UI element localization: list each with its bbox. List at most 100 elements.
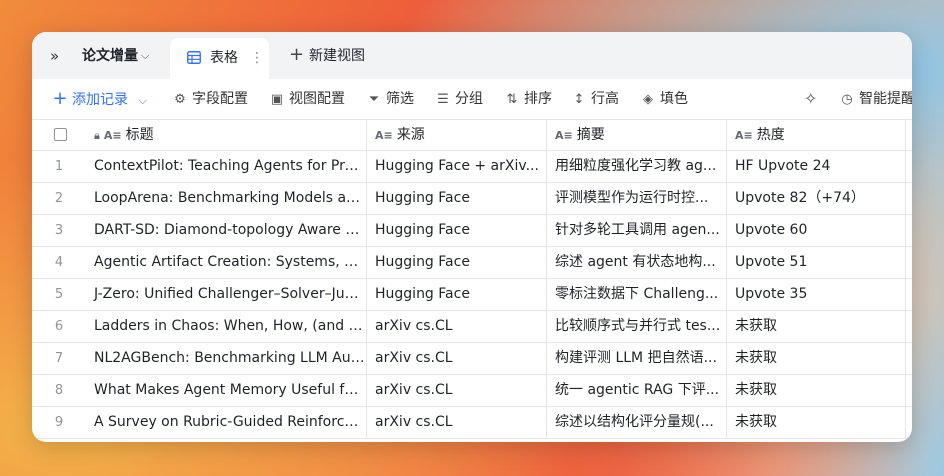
abstract-cell[interactable]: 比较顺序式与并行式 tes... bbox=[546, 311, 726, 342]
abstract-cell[interactable]: 用细粒度强化学习教 ag... bbox=[546, 151, 726, 182]
app-window: » 论文增量 ⌵ 表格 ⋮ + 新建视图 + 添加记录 ⌵ ⚙ 字段配置 ▣ 视图配置 bbox=[32, 32, 912, 442]
table-row[interactable]: 8 What Makes Agent Memory Useful for ...… bbox=[32, 375, 912, 407]
heat-cell[interactable]: 未获取 bbox=[726, 311, 906, 342]
expand-sidebar-icon[interactable]: » bbox=[50, 46, 68, 66]
select-all-checkbox[interactable] bbox=[54, 128, 67, 141]
group-button[interactable]: ☰ 分组 bbox=[435, 89, 483, 109]
source-cell[interactable]: Hugging Face bbox=[366, 279, 546, 310]
source-cell[interactable]: arXiv cs.CL bbox=[366, 343, 546, 374]
table-row[interactable]: 9 A Survey on Rubric-Guided Reinforce...… bbox=[32, 407, 912, 439]
table-row[interactable]: 7 NL2AGBench: Benchmarking LLM Auto... a… bbox=[32, 343, 912, 375]
filter-label: 筛选 bbox=[386, 91, 414, 107]
row-number: 1 bbox=[54, 159, 64, 174]
row-height-button[interactable]: ↕ 行高 bbox=[571, 89, 619, 109]
sparkle-icon[interactable]: ✧ bbox=[804, 89, 817, 109]
header-row: 🔒︎ A≡ 标题 A≡ 来源 A≡ 摘要 A≡ 热度 bbox=[32, 119, 912, 151]
row-number: 8 bbox=[54, 383, 64, 398]
group-label: 分组 bbox=[455, 91, 483, 107]
table-row[interactable]: 2 LoopArena: Benchmarking Models as ... … bbox=[32, 183, 912, 215]
toolbar: + 添加记录 ⌵ ⚙ 字段配置 ▣ 视图配置 ⏷ 筛选 ☰ 分组 ⇅ 排序 ↕ 行高 ◈ 填色 … bbox=[32, 79, 912, 119]
clock-icon: ◷ bbox=[841, 92, 853, 107]
row-number: 6 bbox=[54, 319, 64, 334]
heat-cell[interactable]: 未获取 bbox=[726, 407, 906, 438]
text-field-icon: A≡ bbox=[735, 129, 753, 142]
row-height-icon: ↕ bbox=[573, 92, 585, 107]
row-number: 4 bbox=[54, 255, 64, 270]
heat-cell[interactable]: Upvote 60 bbox=[726, 215, 906, 246]
tab-bar: » 论文增量 ⌵ 表格 ⋮ + 新建视图 bbox=[32, 32, 912, 79]
table-row[interactable]: 6 Ladders in Chaos: When, How, (and Pe..… bbox=[32, 311, 912, 343]
smart-reminder-button[interactable]: ◷ 智能提醒 bbox=[839, 89, 912, 109]
row-number: 7 bbox=[54, 351, 64, 366]
column-header-abstract[interactable]: A≡ 摘要 bbox=[546, 120, 726, 151]
filter-button[interactable]: ⏷ 筛选 bbox=[366, 89, 414, 109]
row-number: 5 bbox=[54, 287, 64, 302]
heat-cell[interactable]: Upvote 82（+74） bbox=[726, 183, 906, 214]
chevron-down-icon[interactable]: ⌵ bbox=[138, 94, 146, 107]
smart-reminder-label: 智能提醒 bbox=[859, 91, 912, 107]
source-cell[interactable]: arXiv cs.CL bbox=[366, 407, 546, 438]
title-cell[interactable]: A Survey on Rubric-Guided Reinforce... bbox=[86, 407, 366, 438]
text-field-icon: A≡ bbox=[375, 129, 393, 142]
heat-cell[interactable]: 未获取 bbox=[726, 343, 906, 374]
title-cell[interactable]: Ladders in Chaos: When, How, (and Pe... bbox=[86, 311, 366, 342]
sort-button[interactable]: ⇅ 排序 bbox=[504, 89, 552, 109]
heat-cell[interactable]: 未获取 bbox=[726, 375, 906, 406]
title-cell[interactable]: ContextPilot: Teaching Agents for Proa..… bbox=[86, 151, 366, 182]
source-cell[interactable]: Hugging Face bbox=[366, 215, 546, 246]
filter-icon: ⏷ bbox=[368, 92, 380, 107]
row-number: 2 bbox=[54, 191, 64, 206]
column-header-heat[interactable]: A≡ 热度 bbox=[726, 120, 906, 151]
gear-icon: ⚙ bbox=[174, 92, 186, 107]
title-cell[interactable]: LoopArena: Benchmarking Models as ... bbox=[86, 183, 366, 214]
abstract-cell[interactable]: 综述 agent 有状态地构... bbox=[546, 247, 726, 278]
abstract-cell[interactable]: 构建评测 LLM 把自然语... bbox=[546, 343, 726, 374]
title-cell[interactable]: Agentic Artifact Creation: Systems, Ev..… bbox=[86, 247, 366, 278]
heat-cell[interactable]: Upvote 51 bbox=[726, 247, 906, 278]
title-cell[interactable]: J-Zero: Unified Challenger–Solver–Jud... bbox=[86, 279, 366, 310]
view-config-button[interactable]: ▣ 视图配置 bbox=[269, 89, 345, 109]
chevron-down-icon[interactable]: ⌵ bbox=[141, 46, 149, 66]
base-name[interactable]: 论文增量 bbox=[82, 46, 138, 66]
row-number: 3 bbox=[54, 223, 64, 238]
abstract-cell[interactable]: 零标注数据下 Challeng... bbox=[546, 279, 726, 310]
new-view-button[interactable]: 新建视图 bbox=[309, 46, 365, 66]
heat-cell[interactable]: Upvote 35 bbox=[726, 279, 906, 310]
heat-cell[interactable]: HF Upvote 24 bbox=[726, 151, 906, 182]
field-config-button[interactable]: ⚙ 字段配置 bbox=[172, 89, 248, 109]
column-header-source[interactable]: A≡ 来源 bbox=[366, 120, 546, 151]
add-record-button[interactable]: + 添加记录 ⌵ bbox=[52, 88, 146, 109]
column-abstract-label: 摘要 bbox=[576, 127, 605, 143]
table-row[interactable]: 5 J-Zero: Unified Challenger–Solver–Jud.… bbox=[32, 279, 912, 311]
source-cell[interactable]: Hugging Face bbox=[366, 247, 546, 278]
more-vertical-icon[interactable]: ⋮ bbox=[250, 48, 264, 68]
table-icon bbox=[187, 51, 201, 64]
abstract-cell[interactable]: 针对多轮工具调用 agen... bbox=[546, 215, 726, 246]
table-row[interactable]: 4 Agentic Artifact Creation: Systems, Ev… bbox=[32, 247, 912, 279]
plus-icon[interactable]: + bbox=[289, 45, 304, 65]
column-header-title[interactable]: 🔒︎ A≡ 标题 bbox=[86, 120, 366, 151]
table-row[interactable]: 3 DART-SD: Diamond-topology Aware R... H… bbox=[32, 215, 912, 247]
source-cell[interactable]: arXiv cs.CL bbox=[366, 311, 546, 342]
fill-label: 填色 bbox=[660, 91, 688, 107]
plus-icon: + bbox=[52, 88, 68, 109]
title-cell[interactable]: NL2AGBench: Benchmarking LLM Auto... bbox=[86, 343, 366, 374]
abstract-cell[interactable]: 统一 agentic RAG 下评... bbox=[546, 375, 726, 406]
abstract-cell[interactable]: 综述以结构化评分量规(... bbox=[546, 407, 726, 438]
title-cell[interactable]: What Makes Agent Memory Useful for ... bbox=[86, 375, 366, 406]
title-cell[interactable]: DART-SD: Diamond-topology Aware R... bbox=[86, 215, 366, 246]
sort-icon: ⇅ bbox=[506, 92, 518, 107]
abstract-cell[interactable]: 评测模型作为运行时控... bbox=[546, 183, 726, 214]
paint-bucket-icon: ◈ bbox=[643, 92, 653, 107]
field-config-label: 字段配置 bbox=[192, 91, 248, 107]
source-cell[interactable]: Hugging Face bbox=[366, 183, 546, 214]
row-number: 9 bbox=[54, 415, 64, 430]
tab-table[interactable]: 表格 ⋮ bbox=[170, 38, 269, 79]
row-height-label: 行高 bbox=[591, 91, 619, 107]
source-cell[interactable]: arXiv cs.CL bbox=[366, 375, 546, 406]
fill-color-button[interactable]: ◈ 填色 bbox=[640, 89, 688, 109]
add-record-label: 添加记录 bbox=[72, 92, 128, 108]
column-source-label: 来源 bbox=[396, 127, 425, 143]
table-row[interactable]: 1 ContextPilot: Teaching Agents for Proa… bbox=[32, 151, 912, 183]
source-cell[interactable]: Hugging Face + arXiv... bbox=[366, 151, 546, 182]
